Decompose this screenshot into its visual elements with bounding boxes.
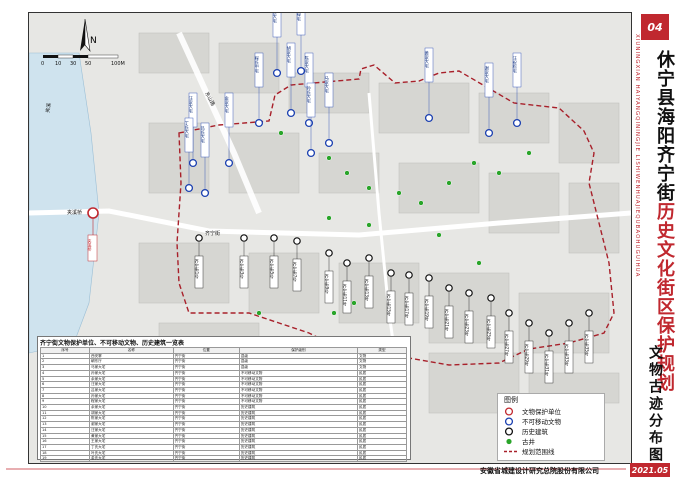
- relic-label: 马家大宅: [324, 75, 330, 94]
- ancient-well[interactable]: [366, 222, 372, 228]
- building-label: 齐宁街7号: [292, 261, 298, 283]
- ancient-well[interactable]: [476, 260, 482, 266]
- ancient-well[interactable]: [331, 310, 337, 316]
- svg-text:10: 10: [55, 61, 61, 67]
- boundary-line-icon: [504, 450, 518, 452]
- ancient-well[interactable]: [326, 215, 332, 221]
- building-label: 齐宁街5号: [269, 258, 275, 280]
- relic-label: 吕氏大宅: [201, 126, 206, 144]
- building-label: 齐宁街25号: [486, 318, 492, 343]
- road-label-qining: 齐宁街: [205, 230, 220, 237]
- table-cell: 齐宁街: [172, 455, 240, 463]
- building-label: 齐宁街15号: [386, 293, 392, 318]
- relic-table-panel: 齐宁街文物保护单位、不可移动文物、历史建筑一览表 序号 名称 位置 保护级别 类型 1西…: [37, 336, 411, 463]
- svg-text:夹溪桥: 夹溪桥: [88, 238, 93, 252]
- relic-label: 程氏中宅: [254, 55, 260, 74]
- ancient-well[interactable]: [326, 155, 332, 161]
- ancient-well[interactable]: [351, 300, 357, 306]
- legend: 图例 文物保护单位 不可移动文物 历史建筑 古井 规划范围线: [497, 393, 605, 461]
- relic-label: 金家大宅: [224, 95, 230, 114]
- building-label: 齐宁街29号: [524, 343, 530, 368]
- legend-item-protected-unit: 文物保护单位: [504, 406, 561, 416]
- ancient-well[interactable]: [446, 180, 452, 186]
- page-title: 休宁县海阳齐宁街历史文化街区保护规划: [639, 50, 675, 392]
- legend-item-historic-building: 历史建筑: [504, 426, 548, 436]
- building-label: 齐宁街21号: [444, 308, 450, 333]
- table-cell: 金氏大宅: [89, 455, 174, 463]
- building-label: 齐宁街23号: [464, 313, 470, 338]
- building-label: 齐宁街13号: [364, 278, 370, 303]
- date-badge: 2021.05: [630, 463, 670, 477]
- relic-label: 孙氏大宅: [306, 85, 312, 104]
- ancient-well[interactable]: [418, 200, 424, 206]
- title-pinyin: XIUNINGXIAN HAIYANGQININGJIE LISHIWENHUA…: [634, 34, 640, 278]
- building-label: 齐宁街11号: [342, 283, 348, 308]
- ancient-well[interactable]: [366, 185, 372, 191]
- building-label: 齐宁街35号: [584, 333, 590, 358]
- relic-label: 丁氏大宅: [185, 121, 190, 139]
- legend-item-ancient-well: 古井: [504, 436, 535, 446]
- relic-table: 序号 名称 位置 保护级别 类型 1 西安寨 齐宁街 县级 文物 2 朝东厅 齐宁街 县级 文物 3 马家大宅…: [40, 347, 408, 463]
- ancient-well[interactable]: [496, 170, 502, 176]
- table-row: 19 金氏大宅 齐宁街 历史建筑 民居: [40, 455, 408, 463]
- relic-label: 胡家大宅: [286, 45, 292, 64]
- title-black: 休宁县海阳齐宁街: [654, 50, 675, 202]
- building-label: 齐宁街19号: [424, 298, 430, 323]
- relic-label: 谢家大宅: [484, 65, 490, 84]
- building-label: 齐宁街1号: [194, 258, 200, 280]
- relic-label: 余氏大宅: [272, 13, 278, 23]
- legend-title: 图例: [504, 396, 518, 404]
- svg-text:30: 30: [70, 61, 76, 67]
- ancient-well[interactable]: [526, 150, 532, 156]
- svg-text:100M: 100M: [111, 61, 125, 67]
- table-cell: 历史建筑: [238, 455, 358, 463]
- ancient-well[interactable]: [396, 190, 402, 196]
- table-cell: 19: [40, 455, 90, 463]
- ancient-well[interactable]: [278, 130, 284, 136]
- building-label: 齐宁街33号: [564, 343, 570, 368]
- building-label: 齐宁街9号: [324, 273, 330, 295]
- svg-text:50: 50: [85, 61, 91, 67]
- page-number: 04: [641, 14, 669, 40]
- legend-item-boundary: 规划范围线: [504, 446, 555, 456]
- legend-item-immovable-relic: 不可移动文物: [504, 416, 561, 426]
- building-label: 齐宁街31号: [544, 353, 550, 378]
- relic-label: 汪祝松宅: [512, 55, 518, 74]
- building-label: 齐宁街27号: [504, 333, 510, 358]
- immovable-relic-icon: [504, 416, 514, 426]
- table-title: 齐宁街文物保护单位、不可移动文物、历史建筑一览表: [40, 340, 185, 347]
- map-sheet: 东山路 夹溪桥 齐宁街 夹溪 N 0 10 30 50 100M 夹溪桥 余氏大…: [0, 0, 689, 487]
- table-cell: 民居: [356, 455, 408, 463]
- ancient-well-icon: [506, 438, 512, 444]
- company-name: 安徽省城建设计研究总院股份有限公司: [480, 467, 599, 475]
- svg-text:0: 0: [41, 61, 44, 67]
- protected-unit-icon: [504, 406, 514, 416]
- ancient-well[interactable]: [436, 232, 442, 238]
- svg-text:N: N: [90, 36, 97, 46]
- relic-label: 汪家大宅: [188, 95, 194, 114]
- relic-label: 陈家大宅: [304, 55, 310, 74]
- ancient-well[interactable]: [344, 170, 350, 176]
- ancient-well[interactable]: [471, 160, 477, 166]
- building-label: 齐宁街3号: [239, 258, 245, 280]
- road-label-jiaxiqiao: 夹溪桥: [67, 209, 82, 216]
- historic-building-icon: [504, 426, 514, 436]
- ancient-well[interactable]: [256, 310, 262, 316]
- sheet-title: 文物古迹分布图: [647, 345, 663, 464]
- relic-label: 汪松禄宅: [296, 13, 302, 21]
- relic-label: 黄家大宅: [424, 50, 430, 69]
- building-label: 齐宁街17号: [404, 295, 410, 320]
